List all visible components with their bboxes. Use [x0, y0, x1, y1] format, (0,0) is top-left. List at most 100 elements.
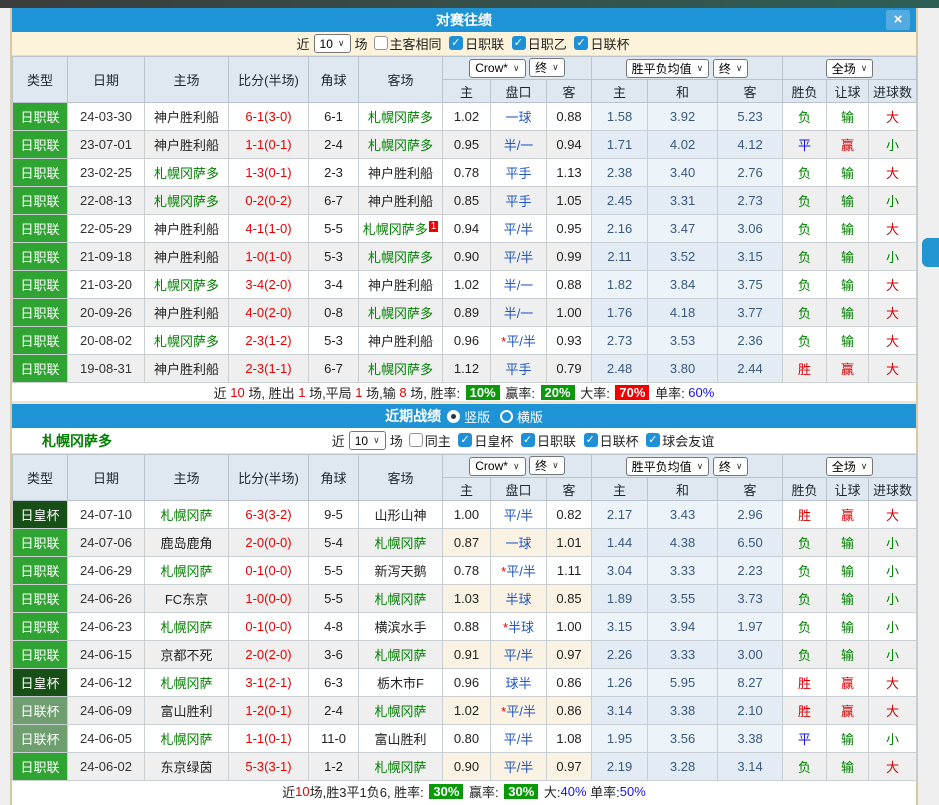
checkbox-label: 同主: [425, 431, 451, 450]
handicap: *半球: [491, 613, 547, 641]
filter-checkbox-item[interactable]: 日职乙: [512, 34, 567, 53]
home-odds: 1.02: [443, 697, 491, 725]
home-odds: 0.96: [443, 669, 491, 697]
score: 6-1(3-0): [229, 103, 309, 131]
odds-time-select[interactable]: 终∨: [529, 456, 565, 475]
radio-icon: [447, 410, 460, 423]
odds-time-select[interactable]: 终∨: [529, 58, 565, 77]
wdl-time-select[interactable]: 终∨: [713, 457, 749, 476]
filter-checkbox-item[interactable]: 球会友谊: [646, 431, 714, 450]
corners: 5-5: [309, 585, 359, 613]
col-header-type: 类型: [13, 455, 68, 501]
single-rate: 50%: [620, 784, 646, 799]
handicap-result: 输: [827, 529, 869, 557]
lose-avg: 3.38: [718, 725, 783, 753]
corners: 2-4: [309, 697, 359, 725]
filter-checkbox-item[interactable]: 主客相同: [374, 34, 442, 53]
match-type-badge: 日职联: [13, 327, 68, 355]
home-team: 京都不死: [145, 641, 229, 669]
handicap-result: 输: [827, 187, 869, 215]
score: 2-0(2-0): [229, 641, 309, 669]
away-team: 栃木市F: [359, 669, 443, 697]
home-odds: 0.95: [443, 131, 491, 159]
table-row: 日职联 24-07-06 鹿岛鹿角 2-0(0-0) 5-4 札幌冈萨 0.87…: [13, 529, 917, 557]
filter-checkbox-item[interactable]: 日职联: [449, 34, 504, 53]
filter-checkbox-item[interactable]: 日联杯: [584, 431, 639, 450]
sub-header-draw: 和: [648, 80, 718, 103]
draw-avg: 3.43: [648, 501, 718, 529]
match-date: 21-03-20: [68, 271, 145, 299]
recent-filter-options: 同主 日皇杯 日职联 日联杯 球会友谊: [407, 431, 717, 451]
checkbox-icon: [458, 433, 472, 447]
handicap-result: 输: [827, 585, 869, 613]
filter-checkbox-item[interactable]: 日皇杯: [458, 431, 513, 450]
odds-rate-badge: 30%: [504, 784, 538, 799]
team-name: 札幌冈萨多: [42, 431, 112, 451]
table-row: 日职联 20-09-26 神户胜利船 4-0(2-0) 0-8 札幌冈萨多 0.…: [13, 299, 917, 327]
big-rate: 40%: [561, 784, 587, 799]
result: 负: [783, 327, 827, 355]
table-row: 日职联 21-09-18 神户胜利船 1-0(1-0) 5-3 札幌冈萨多 0.…: [13, 243, 917, 271]
h2h-dialog: 对赛往绩 × 近 10 ∨ 场 主客相同 日职联 日职乙 日联杯: [10, 8, 918, 805]
score: 3-4(2-0): [229, 271, 309, 299]
wdl-header: 胜平负均值∨ 终∨: [592, 57, 783, 80]
checkbox-label: 日联杯: [590, 34, 629, 53]
home-team: 札幌冈萨多: [145, 327, 229, 355]
away-team: 札幌冈萨多: [359, 131, 443, 159]
h2h-count-select[interactable]: 10 ∨: [314, 34, 351, 53]
chevron-down-icon: ∨: [373, 435, 380, 446]
checkbox-icon: [521, 433, 535, 447]
win-avg: 2.73: [592, 327, 648, 355]
filter-checkbox-item[interactable]: 同主: [409, 431, 451, 450]
home-team: 神户胜利船: [145, 299, 229, 327]
filter-checkbox-item[interactable]: 日职联: [521, 431, 576, 450]
h2h-table: 类型 日期 主场 比分(半场) 角球 客场 Crow*∨ 终∨ 胜平负均值∨ 终…: [12, 56, 917, 383]
table-row: 日职联 22-08-13 札幌冈萨多 0-2(0-2) 6-7 神户胜利船 0.…: [13, 187, 917, 215]
scope-select[interactable]: 全场∨: [826, 59, 874, 78]
handicap-result: 输: [827, 557, 869, 585]
handicap: 半/一: [491, 299, 547, 327]
goals-result: 大: [869, 501, 917, 529]
wdl-time-select[interactable]: 终∨: [713, 59, 749, 78]
handicap-result: 输: [827, 271, 869, 299]
side-float-button[interactable]: [922, 238, 939, 267]
home-odds: 0.96: [443, 327, 491, 355]
recent-filter-row: 札幌冈萨多 近 10 ∨ 场 同主 日皇杯 日职联 日联杯 球会友谊: [12, 428, 916, 454]
home-team: 札幌冈萨: [145, 725, 229, 753]
table-row: 日职联 23-02-25 札幌冈萨多 1-3(0-1) 2-3 神户胜利船 0.…: [13, 159, 917, 187]
match-date: 24-07-10: [68, 501, 145, 529]
home-odds: 0.80: [443, 725, 491, 753]
sub-header-result: 胜负: [783, 478, 827, 501]
handicap: 半球: [491, 585, 547, 613]
chevron-down-icon: ∨: [736, 63, 743, 74]
handicap: *平/半: [491, 697, 547, 725]
match-type-badge: 日职联: [13, 243, 68, 271]
table-row: 日职联 24-06-15 京都不死 2-0(2-0) 3-6 札幌冈萨 0.91…: [13, 641, 917, 669]
layout-radio-item[interactable]: 横版: [500, 407, 543, 426]
close-icon[interactable]: ×: [886, 10, 910, 30]
wdl-select[interactable]: 胜平负均值∨: [626, 59, 710, 78]
win-avg: 1.95: [592, 725, 648, 753]
odds-company-select[interactable]: Crow*∨: [469, 59, 525, 78]
home-team: 札幌冈萨: [145, 669, 229, 697]
away-team: 札幌冈萨多: [359, 299, 443, 327]
result: 胜: [783, 355, 827, 383]
handicap-result: 赢: [827, 131, 869, 159]
home-team: 神户胜利船: [145, 355, 229, 383]
col-header-home: 主场: [145, 57, 229, 103]
odds-company-select[interactable]: Crow*∨: [469, 457, 525, 476]
handicap: 半/一: [491, 131, 547, 159]
score: 0-2(0-2): [229, 187, 309, 215]
goals-result: 小: [869, 243, 917, 271]
filter-checkbox-item[interactable]: 日联杯: [574, 34, 629, 53]
table-row: 日职联 22-05-29 神户胜利船 4-1(1-0) 5-5 札幌冈萨多1 0…: [13, 215, 917, 243]
result: 负: [783, 529, 827, 557]
scope-select[interactable]: 全场∨: [826, 457, 874, 476]
draw-avg: 3.33: [648, 641, 718, 669]
recent-count-select[interactable]: 10 ∨: [349, 431, 386, 450]
layout-radio-item[interactable]: 竖版: [447, 407, 490, 426]
win-avg: 2.16: [592, 215, 648, 243]
wdl-select[interactable]: 胜平负均值∨: [626, 457, 710, 476]
col-header-score: 比分(半场): [229, 57, 309, 103]
goals-result: 大: [869, 215, 917, 243]
